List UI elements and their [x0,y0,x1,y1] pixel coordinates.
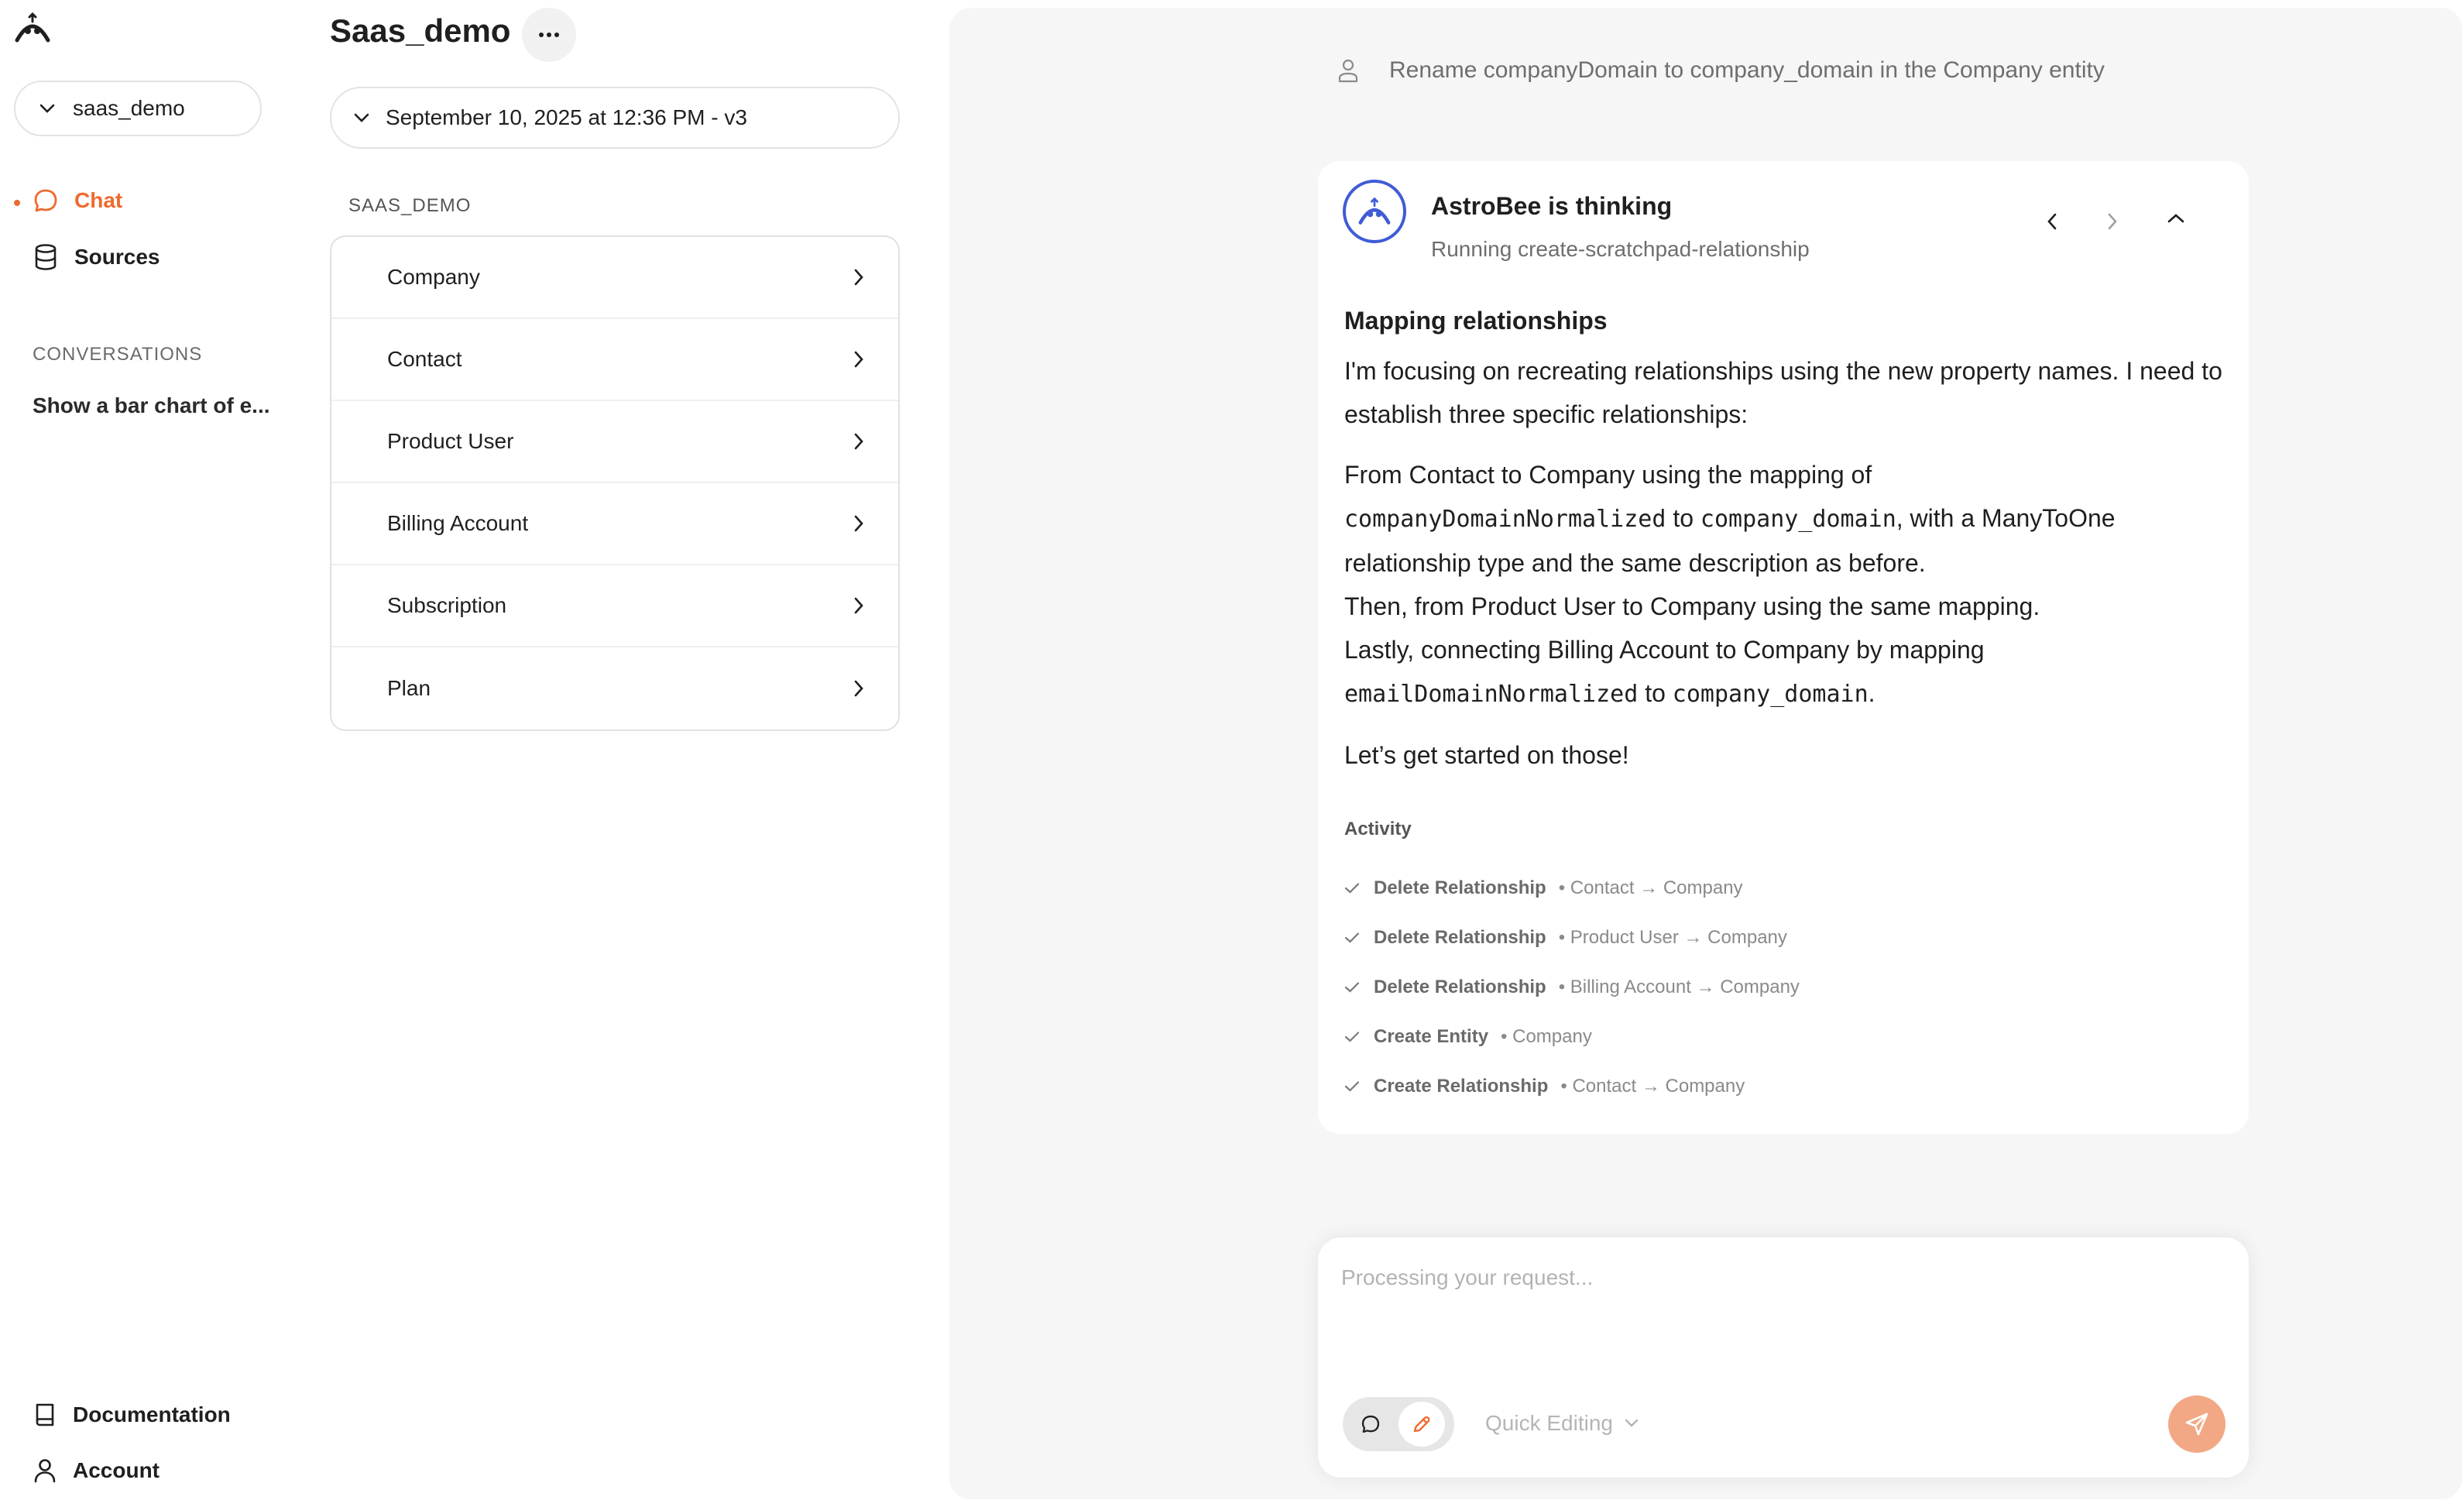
version-selector[interactable]: September 10, 2025 at 12:36 PM - v3 [330,87,900,149]
user-message-text: Rename companyDomain to company_domain i… [1389,57,2105,83]
check-icon [1344,1032,1360,1042]
entity-row-subscription[interactable]: Subscription [331,565,898,647]
ellipsis-icon [539,33,559,37]
nav-account[interactable]: Account [33,1457,160,1484]
chevron-down-icon [354,113,369,122]
astrobee-avatar-icon [1343,180,1406,243]
send-icon [2185,1413,2208,1436]
activity-item: Delete Relationship • Billing Account → … [1344,963,2227,1012]
chevron-right-icon [854,515,863,532]
entity-row-contact[interactable]: Contact [331,319,898,401]
previous-step-button[interactable] [2046,212,2058,235]
conversation-item[interactable]: Show a bar chart of e... [33,393,270,418]
database-icon [35,244,57,270]
entity-label: Plan [387,676,431,700]
quick-editing-label: Quick Editing [1485,1411,1613,1435]
quick-editing-dropdown[interactable]: Quick Editing [1485,1411,1639,1436]
chevron-right-icon [2108,213,2117,230]
code-inline: emailDomainNormalized [1344,681,1639,708]
entity-row-plan[interactable]: Plan [331,647,898,729]
user-icon [1338,59,1358,83]
entity-row-product-user[interactable]: Product User [331,401,898,483]
thinking-status: Running create-scratchpad-relationship [1431,237,1810,261]
thinking-body: Mapping relationships I'm focusing on re… [1344,300,2227,1111]
schema-heading: SAAS_DEMO [348,195,472,216]
entity-row-billing-account[interactable]: Billing Account [331,483,898,565]
thinking-title: AstroBee is thinking [1431,192,1673,220]
chat-mode-button[interactable] [1347,1402,1394,1447]
active-indicator [14,200,20,206]
activity-item: Delete Relationship • Product User → Com… [1344,913,2227,963]
user-message: Rename companyDomain to company_domain i… [1337,57,2105,84]
nav-chat[interactable]: Chat [33,187,122,214]
more-options-button[interactable] [522,8,576,62]
check-icon [1344,982,1360,993]
chat-bubble-icon [1361,1415,1380,1433]
nav-documentation-label: Documentation [73,1402,231,1426]
entity-label: Contact [387,347,462,371]
code-inline: company_domain [1672,681,1869,708]
thinking-paragraph: Let’s get started on those! [1344,741,1629,769]
next-step-button[interactable] [2106,212,2119,235]
activity-item: Create Entity • Company [1344,1012,2227,1062]
chevron-right-icon [854,351,863,368]
thinking-paragraph: From Contact to Company using the mappin… [1344,461,2116,708]
entity-list: Company Contact Product User Billing Acc… [330,235,900,731]
chevron-down-icon [39,104,55,113]
nav-chat-label: Chat [74,188,123,212]
book-icon [36,1403,54,1426]
entity-label: Subscription [387,593,507,617]
send-button[interactable] [2168,1395,2225,1453]
version-selector-label: September 10, 2025 at 12:36 PM - v3 [386,105,747,129]
user-icon [34,1459,56,1483]
thinking-paragraph: I'm focusing on recreating relationships… [1344,357,2222,428]
project-selector[interactable]: saas_demo [14,81,262,136]
check-icon [1344,1081,1360,1092]
page-title: Saas_demo [330,12,511,49]
activity-list: Delete Relationship • Contact → Company … [1344,863,2227,1111]
thinking-heading: Mapping relationships [1344,307,1608,335]
nav-documentation[interactable]: Documentation [33,1402,231,1428]
check-icon [1344,932,1360,943]
chevron-down-icon [1625,1419,1639,1427]
chevron-up-icon [2167,214,2184,223]
chevron-right-icon [854,433,863,450]
chevron-right-icon [854,597,863,614]
edit-mode-button[interactable] [1398,1402,1445,1447]
entity-label: Company [387,265,480,289]
chat-area: Rename companyDomain to company_domain i… [949,8,2462,1499]
mode-toggle[interactable] [1343,1397,1454,1451]
left-sidebar: saas_demo Chat Sources CONVERSATIONS Sho… [0,0,310,1507]
schema-panel: Saas_demo September 10, 2025 at 12:36 PM… [310,0,929,1507]
thinking-card: AstroBee is thinking Running create-scra… [1318,161,2249,1134]
conversations-heading: CONVERSATIONS [33,344,203,365]
project-selector-label: saas_demo [73,96,185,120]
entity-row-company[interactable]: Company [331,237,898,319]
code-inline: companyDomainNormalized [1344,506,1666,533]
nav-sources-label: Sources [74,245,160,269]
astrobee-logo-icon[interactable] [12,11,53,45]
entity-label: Product User [387,429,514,453]
pencil-icon [1413,1416,1430,1433]
nav-account-label: Account [73,1458,160,1482]
check-icon [1344,883,1360,894]
entity-label: Billing Account [387,511,529,535]
activity-item: Delete Relationship • Contact → Company [1344,863,2227,913]
code-inline: company_domain [1700,506,1896,533]
chevron-right-icon [854,269,863,286]
message-input[interactable] [1341,1265,2193,1290]
chat-bubble-icon [34,189,57,212]
collapse-button[interactable] [2167,212,2185,228]
message-composer: Quick Editing [1318,1238,2249,1478]
nav-sources[interactable]: Sources [33,243,160,271]
chevron-left-icon [2047,213,2057,230]
activity-item: Create Relationship • Contact → Company [1344,1062,2227,1111]
activity-heading: Activity [1344,819,1412,839]
chevron-right-icon [854,680,863,697]
